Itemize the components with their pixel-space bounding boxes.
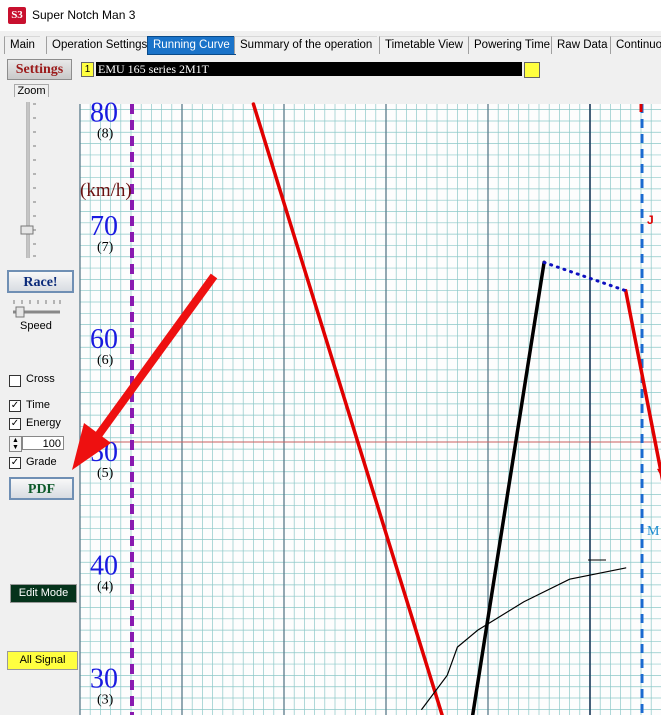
y-tick-sublabel: (5): [97, 466, 114, 481]
annotation-overlay: [72, 273, 218, 470]
y-tick-label: 30: [90, 663, 118, 694]
chart-grid-major: [79, 104, 591, 715]
app-icon: S3: [8, 7, 26, 24]
y-tick-sublabel: (6): [97, 353, 114, 368]
tab-powering-time[interactable]: Powering Time: [468, 36, 556, 54]
y-unit-label: (km/h): [80, 180, 132, 201]
series-line: [421, 567, 627, 710]
race-button[interactable]: Race!: [7, 270, 74, 293]
series-line: [623, 288, 661, 481]
speed-label: Speed: [20, 320, 52, 332]
y-tick-label: 70: [90, 211, 118, 242]
grade-checkbox[interactable]: ✓: [9, 457, 21, 469]
y-tick-label: 80: [90, 98, 118, 129]
y-tick-label: 40: [90, 550, 118, 581]
edge-label-j: J: [647, 213, 654, 227]
tab-operation-settings[interactable]: Operation Settings: [46, 36, 153, 54]
title-bar: S3 Super Notch Man 3: [0, 0, 661, 31]
time-label: Time: [26, 399, 51, 411]
chart-plot-area: [80, 104, 661, 715]
energy-spinner[interactable]: ▲ ▼: [9, 436, 22, 452]
tab-continuous[interactable]: Continuou: [610, 36, 661, 54]
tab-timetable-view[interactable]: Timetable View: [379, 36, 468, 54]
cross-checkbox[interactable]: [9, 375, 21, 387]
running-curve-chart[interactable]: 80(8)70(7)60(6)50(5)40(4)30(3) (km/h) M …: [0, 0, 661, 715]
tab-main[interactable]: Main: [4, 36, 40, 54]
pdf-button[interactable]: PDF: [9, 477, 74, 500]
train-number-badge: 1: [81, 62, 94, 77]
cross-label: Cross: [26, 373, 55, 385]
edit-mode-button[interactable]: Edit Mode: [10, 584, 77, 603]
energy-label: Energy: [26, 417, 61, 429]
speed-slider-thumb: [15, 306, 25, 318]
tab-bar: Main Operation Settings Running Curve Su…: [0, 35, 661, 55]
settings-button[interactable]: Settings: [7, 59, 72, 80]
series-line: [542, 260, 628, 293]
y-tick-label: 60: [90, 324, 118, 355]
zoom-slider[interactable]: [18, 98, 38, 262]
chart-grid-minor: [80, 104, 661, 715]
speed-slider[interactable]: [10, 298, 62, 318]
y-tick-sublabel: (3): [97, 692, 114, 707]
tab-raw-data[interactable]: Raw Data: [551, 36, 613, 54]
y-tick-sublabel: (4): [97, 579, 114, 594]
y-tick-label: 50: [90, 437, 118, 468]
zoom-label: Zoom: [14, 84, 49, 97]
y-axis-ticks: 80(8) 70(7) 60(6) 50(5) 40(4) 30(3): [90, 98, 118, 708]
tab-running-curve[interactable]: Running Curve: [147, 36, 236, 55]
y-tick-sublabel: (7): [97, 240, 114, 255]
all-signal-button[interactable]: All Signal: [7, 651, 78, 670]
time-checkbox[interactable]: ✓: [9, 400, 21, 412]
tab-summary[interactable]: Summary of the operation: [234, 36, 378, 54]
annotation-arrow-shaft: [93, 273, 218, 440]
chart-series: [251, 102, 661, 715]
train-color-swatch[interactable]: [524, 62, 540, 78]
series-line: [251, 102, 444, 715]
annotation-arrow-head: [72, 423, 111, 470]
zoom-slider-thumb: [20, 225, 34, 235]
series-line: [470, 260, 546, 715]
y-tick-sublabel: (8): [97, 127, 114, 142]
energy-checkbox[interactable]: ✓: [9, 418, 21, 430]
grade-label: Grade: [26, 456, 57, 468]
energy-value-input[interactable]: 100: [22, 436, 64, 450]
window-title: Super Notch Man 3: [32, 8, 136, 22]
train-name-field[interactable]: EMU 165 series 2M1T: [96, 62, 522, 76]
edge-label-m: M: [647, 524, 660, 539]
